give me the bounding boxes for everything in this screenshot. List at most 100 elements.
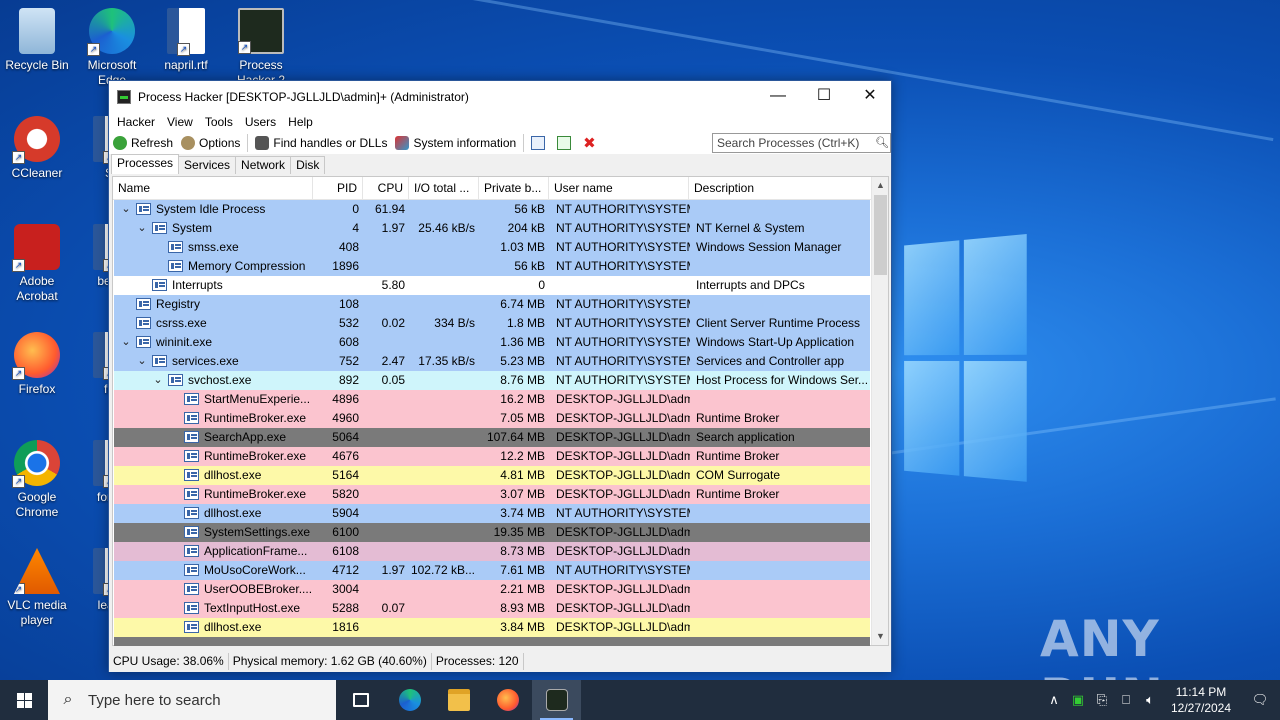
taskbar-firefox[interactable]: [483, 680, 532, 720]
tree-expander-icon[interactable]: ⌄: [136, 219, 148, 237]
column-description[interactable]: Description: [689, 177, 871, 200]
process-row[interactable]: ⌄ services.exe 752 2.47 17.35 kB/s 5.23 MB NT …: [114, 352, 870, 371]
process-row[interactable]: csrss.exe 532 0.02 334 B/s 1.8 MB NT AUTHORIT…: [114, 314, 870, 333]
column-private-bytes[interactable]: Private b...: [479, 177, 549, 200]
process-row[interactable]: dllhost.exe 5904 3.74 MB NT AUTHORITY\SYSTE…: [114, 504, 870, 523]
taskbar-edge[interactable]: [385, 680, 434, 720]
process-row[interactable]: Memory Compression 1896 56 kB NT AUTHORITY\…: [114, 257, 870, 276]
process-description: Services and Controller app: [696, 354, 845, 368]
process-hacker-tray-icon[interactable]: ▣: [1066, 692, 1090, 708]
menu-users[interactable]: Users: [239, 115, 282, 129]
column-name[interactable]: Name: [113, 177, 313, 200]
tree-expander-icon[interactable]: ⌄: [152, 371, 164, 389]
desktop-icon[interactable]: ↗ VLC media player: [0, 548, 74, 628]
process-row[interactable]: ⌄ svchost.exe 892 0.05 8.76 MB NT AUTHORITY\S…: [114, 371, 870, 390]
process-user: NT AUTHORITY\SYSTEM: [556, 221, 690, 235]
menu-view[interactable]: View: [161, 115, 199, 129]
find-handles-button[interactable]: Find handles or DLLs: [251, 133, 391, 153]
notification-icon[interactable]: 🗨︎: [1240, 692, 1280, 708]
desktop-icon[interactable]: Recycle Bin: [0, 8, 74, 73]
process-row[interactable]: RuntimeBroker.exe 4676 12.2 MB DESKTOP-JGLL…: [114, 447, 870, 466]
options-button[interactable]: Options: [177, 133, 244, 153]
title-bar[interactable]: Process Hacker [DESKTOP-JGLLJLD\admin]+ …: [109, 81, 891, 112]
taskbar-search-box[interactable]: ⌕ Type here to search: [48, 680, 336, 720]
column-user-name[interactable]: User name: [549, 177, 689, 200]
meet-now-icon[interactable]: ⎘: [1090, 692, 1114, 708]
task-view-button[interactable]: [336, 680, 385, 720]
vertical-scrollbar[interactable]: ▲ ▼: [871, 177, 888, 645]
window-button[interactable]: [527, 133, 553, 153]
process-row[interactable]: RuntimeBroker.exe 4960 7.05 MB DESKTOP-JGLL…: [114, 409, 870, 428]
taskbar-file-explorer[interactable]: [434, 680, 483, 720]
desktop-icon[interactable]: ↗ CCleaner: [0, 116, 74, 181]
process-pid: 0: [352, 202, 359, 216]
chevron-up-icon[interactable]: ∧: [1042, 692, 1066, 708]
process-user: [556, 276, 690, 295]
tab-disk[interactable]: Disk: [290, 156, 326, 174]
process-description: Host Process for Windows Ser...: [696, 373, 868, 387]
column-io-total[interactable]: I/O total ...: [409, 177, 479, 200]
start-button[interactable]: [0, 680, 48, 720]
volume-icon[interactable]: 🔈︎: [1138, 692, 1162, 708]
search-processes-input[interactable]: Search Processes (Ctrl+K) 🔍︎: [712, 133, 891, 153]
tab-network[interactable]: Network: [235, 156, 292, 174]
process-row[interactable]: [114, 637, 870, 646]
process-row[interactable]: dllhost.exe 5164 4.81 MB DESKTOP-JGLLJLD\ad…: [114, 466, 870, 485]
scroll-thumb[interactable]: [874, 195, 887, 275]
terminate-button[interactable]: ✖: [579, 133, 600, 153]
process-description: [696, 504, 868, 523]
process-private-bytes: 8.73 MB: [500, 544, 545, 558]
column-pid[interactable]: PID: [313, 177, 363, 200]
process-user: NT AUTHORITY\SYSTEM: [556, 506, 690, 520]
taskbar-process-hacker[interactable]: [532, 680, 581, 720]
tree-expander-icon[interactable]: ⌄: [120, 333, 132, 351]
menu-help[interactable]: Help: [282, 115, 319, 129]
desktop-icon[interactable]: ↗ Firefox: [0, 332, 74, 397]
tab-services[interactable]: Services: [178, 156, 237, 174]
process-row[interactable]: smss.exe 408 1.03 MB NT AUTHORITY\SYSTEM Win…: [114, 238, 870, 257]
system-information-button[interactable]: System information: [391, 133, 520, 153]
process-user: DESKTOP-JGLLJLD\admi: [556, 449, 690, 463]
process-row[interactable]: ApplicationFrame... 6108 8.73 MB DESKTOP-JG…: [114, 542, 870, 561]
maximize-button[interactable]: ☐: [801, 81, 847, 112]
process-row[interactable]: Interrupts 5.80 0 Interrupts and DPCs: [114, 276, 870, 295]
process-user: NT AUTHORITY\SYSTEM: [556, 373, 690, 387]
process-row[interactable]: MoUsoCoreWork... 4712 1.97 102.72 kB... 7.61…: [114, 561, 870, 580]
desktop-icon[interactable]: ↗ napril.rtf: [149, 8, 223, 73]
network-icon[interactable]: ⎕: [1114, 692, 1138, 708]
process-name: Memory Compression: [188, 259, 306, 273]
tab-processes[interactable]: Processes: [111, 154, 180, 174]
search-icon[interactable]: 🔍︎: [875, 137, 889, 149]
process-user: NT AUTHORITY\SYSTEM: [556, 316, 690, 330]
process-row[interactable]: SystemSettings.exe 6100 19.35 MB DESKTOP-JG…: [114, 523, 870, 542]
process-private-bytes: 204 kB: [507, 221, 545, 235]
process-row[interactable]: UserOOBEBroker.... 3004 2.21 MB DESKTOP-JGL…: [114, 580, 870, 599]
menu-tools[interactable]: Tools: [199, 115, 239, 129]
desktop-icon[interactable]: ↗Microsoft Edge: [75, 8, 149, 88]
process-row[interactable]: SearchApp.exe 5064 107.64 MB DESKTOP-JGLLJL…: [114, 428, 870, 447]
refresh-button[interactable]: Refresh: [109, 133, 177, 153]
tree-expander-icon[interactable]: ⌄: [136, 352, 148, 370]
process-row[interactable]: StartMenuExperie... 4896 16.2 MB DESKTOP-JG…: [114, 390, 870, 409]
desktop-icon[interactable]: ↗ Adobe Acrobat: [0, 224, 74, 304]
scroll-up-arrow-icon[interactable]: ▲: [872, 177, 889, 194]
process-row[interactable]: RuntimeBroker.exe 5820 3.07 MB DESKTOP-JGLL…: [114, 485, 870, 504]
minimize-button[interactable]: —: [755, 81, 801, 112]
clock[interactable]: 11:14 PM 12/27/2024: [1162, 684, 1240, 716]
close-button[interactable]: ✕: [847, 81, 893, 112]
desktop-icon[interactable]: ↗ Google Chrome: [0, 440, 74, 520]
process-row[interactable]: ⌄ wininit.exe 608 1.36 MB NT AUTHORITY\SYSTE…: [114, 333, 870, 352]
process-row[interactable]: TextInputHost.exe 5288 0.07 8.93 MB DESKTOP-…: [114, 599, 870, 618]
process-row[interactable]: dllhost.exe 1816 3.84 MB DESKTOP-JGLLJLD\ad…: [114, 618, 870, 637]
new-window-button[interactable]: [553, 133, 579, 153]
process-row[interactable]: ⌄ System Idle Process 0 61.94 56 kB NT AUTHOR…: [114, 200, 870, 219]
tree-expander-icon[interactable]: ⌄: [120, 200, 132, 218]
menu-hacker[interactable]: Hacker: [111, 115, 161, 129]
scroll-down-arrow-icon[interactable]: ▼: [872, 628, 889, 645]
process-row[interactable]: Registry 108 6.74 MB NT AUTHORITY\SYSTEM: [114, 295, 870, 314]
desktop-icon[interactable]: ↗Process Hacker 2: [224, 8, 298, 88]
process-icon: [184, 450, 199, 462]
process-pid: 5064: [332, 430, 359, 444]
column-cpu[interactable]: CPU: [363, 177, 409, 200]
process-row[interactable]: ⌄ System 4 1.97 25.46 kB/s 204 kB NT AUTHORITY…: [114, 219, 870, 238]
